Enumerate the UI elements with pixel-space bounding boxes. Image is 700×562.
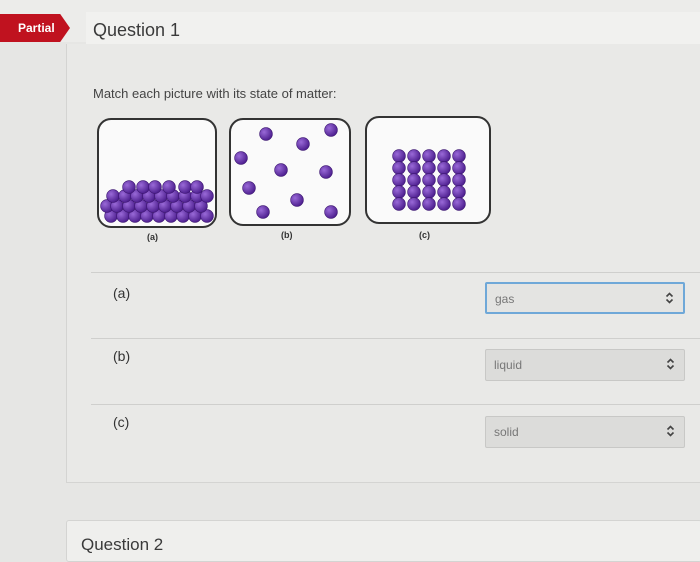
particle [437, 161, 451, 175]
question-title: Question 1 [93, 20, 181, 40]
particle [148, 180, 162, 194]
particle [422, 197, 436, 211]
particle [452, 149, 466, 163]
particle [296, 137, 310, 151]
select-c-value: solid [494, 425, 519, 439]
picture-a-caption: (a) [147, 232, 158, 242]
divider [91, 338, 700, 339]
particle [324, 205, 338, 219]
picture-b-particles [234, 123, 338, 219]
particle [392, 173, 406, 187]
row-a-label: (a) [113, 285, 131, 301]
particle [407, 197, 421, 211]
particle [319, 165, 333, 179]
particle [452, 197, 466, 211]
particle [392, 197, 406, 211]
question-prompt: Match each picture with its state of mat… [93, 86, 337, 101]
picture-b-caption: (b) [281, 230, 293, 240]
particle [259, 127, 273, 141]
select-b[interactable]: liquid [485, 349, 685, 381]
select-a-value: gas [495, 292, 515, 306]
next-question-card[interactable]: Question 2 [66, 520, 700, 562]
particle [290, 193, 304, 207]
partial-badge: Partial [0, 14, 70, 42]
particle [437, 197, 451, 211]
particle [136, 180, 150, 194]
particle [324, 123, 338, 137]
picture-a [97, 118, 217, 228]
particle [407, 173, 421, 187]
select-a[interactable]: gas [485, 282, 685, 314]
particle [242, 181, 256, 195]
particle [407, 161, 421, 175]
particle [122, 180, 136, 194]
select-b-value: liquid [494, 358, 523, 372]
particle [422, 173, 436, 187]
picture-a-particles [100, 180, 214, 223]
particle [392, 149, 406, 163]
particle [407, 149, 421, 163]
question-header: Question 1 [86, 12, 700, 45]
divider [91, 272, 700, 273]
up-down-chevron-icon [666, 425, 675, 437]
question-card: Match each picture with its state of mat… [66, 44, 700, 483]
particle [106, 189, 120, 203]
row-c-label: (c) [113, 414, 130, 430]
next-question-title: Question 2 [81, 535, 164, 554]
divider [91, 404, 700, 405]
picture-c-particles [392, 149, 466, 211]
particle [437, 173, 451, 187]
particle [190, 180, 204, 194]
particle [200, 189, 214, 203]
particle [274, 163, 288, 177]
up-down-chevron-icon [666, 358, 675, 370]
row-b-label: (b) [113, 348, 131, 364]
particle [452, 173, 466, 187]
particle [437, 149, 451, 163]
particle [392, 161, 406, 175]
select-c[interactable]: solid [485, 416, 685, 448]
particle [178, 180, 192, 194]
picture-c [365, 116, 491, 224]
particle [422, 161, 436, 175]
particle [256, 205, 270, 219]
particle [407, 185, 421, 199]
particle [422, 149, 436, 163]
picture-b [229, 118, 351, 226]
particle [162, 180, 176, 194]
particle [452, 161, 466, 175]
up-down-chevron-icon [665, 292, 674, 304]
particle [437, 185, 451, 199]
particle [452, 185, 466, 199]
particle [234, 151, 248, 165]
picture-c-caption: (c) [419, 230, 430, 240]
particle [422, 185, 436, 199]
particle [392, 185, 406, 199]
